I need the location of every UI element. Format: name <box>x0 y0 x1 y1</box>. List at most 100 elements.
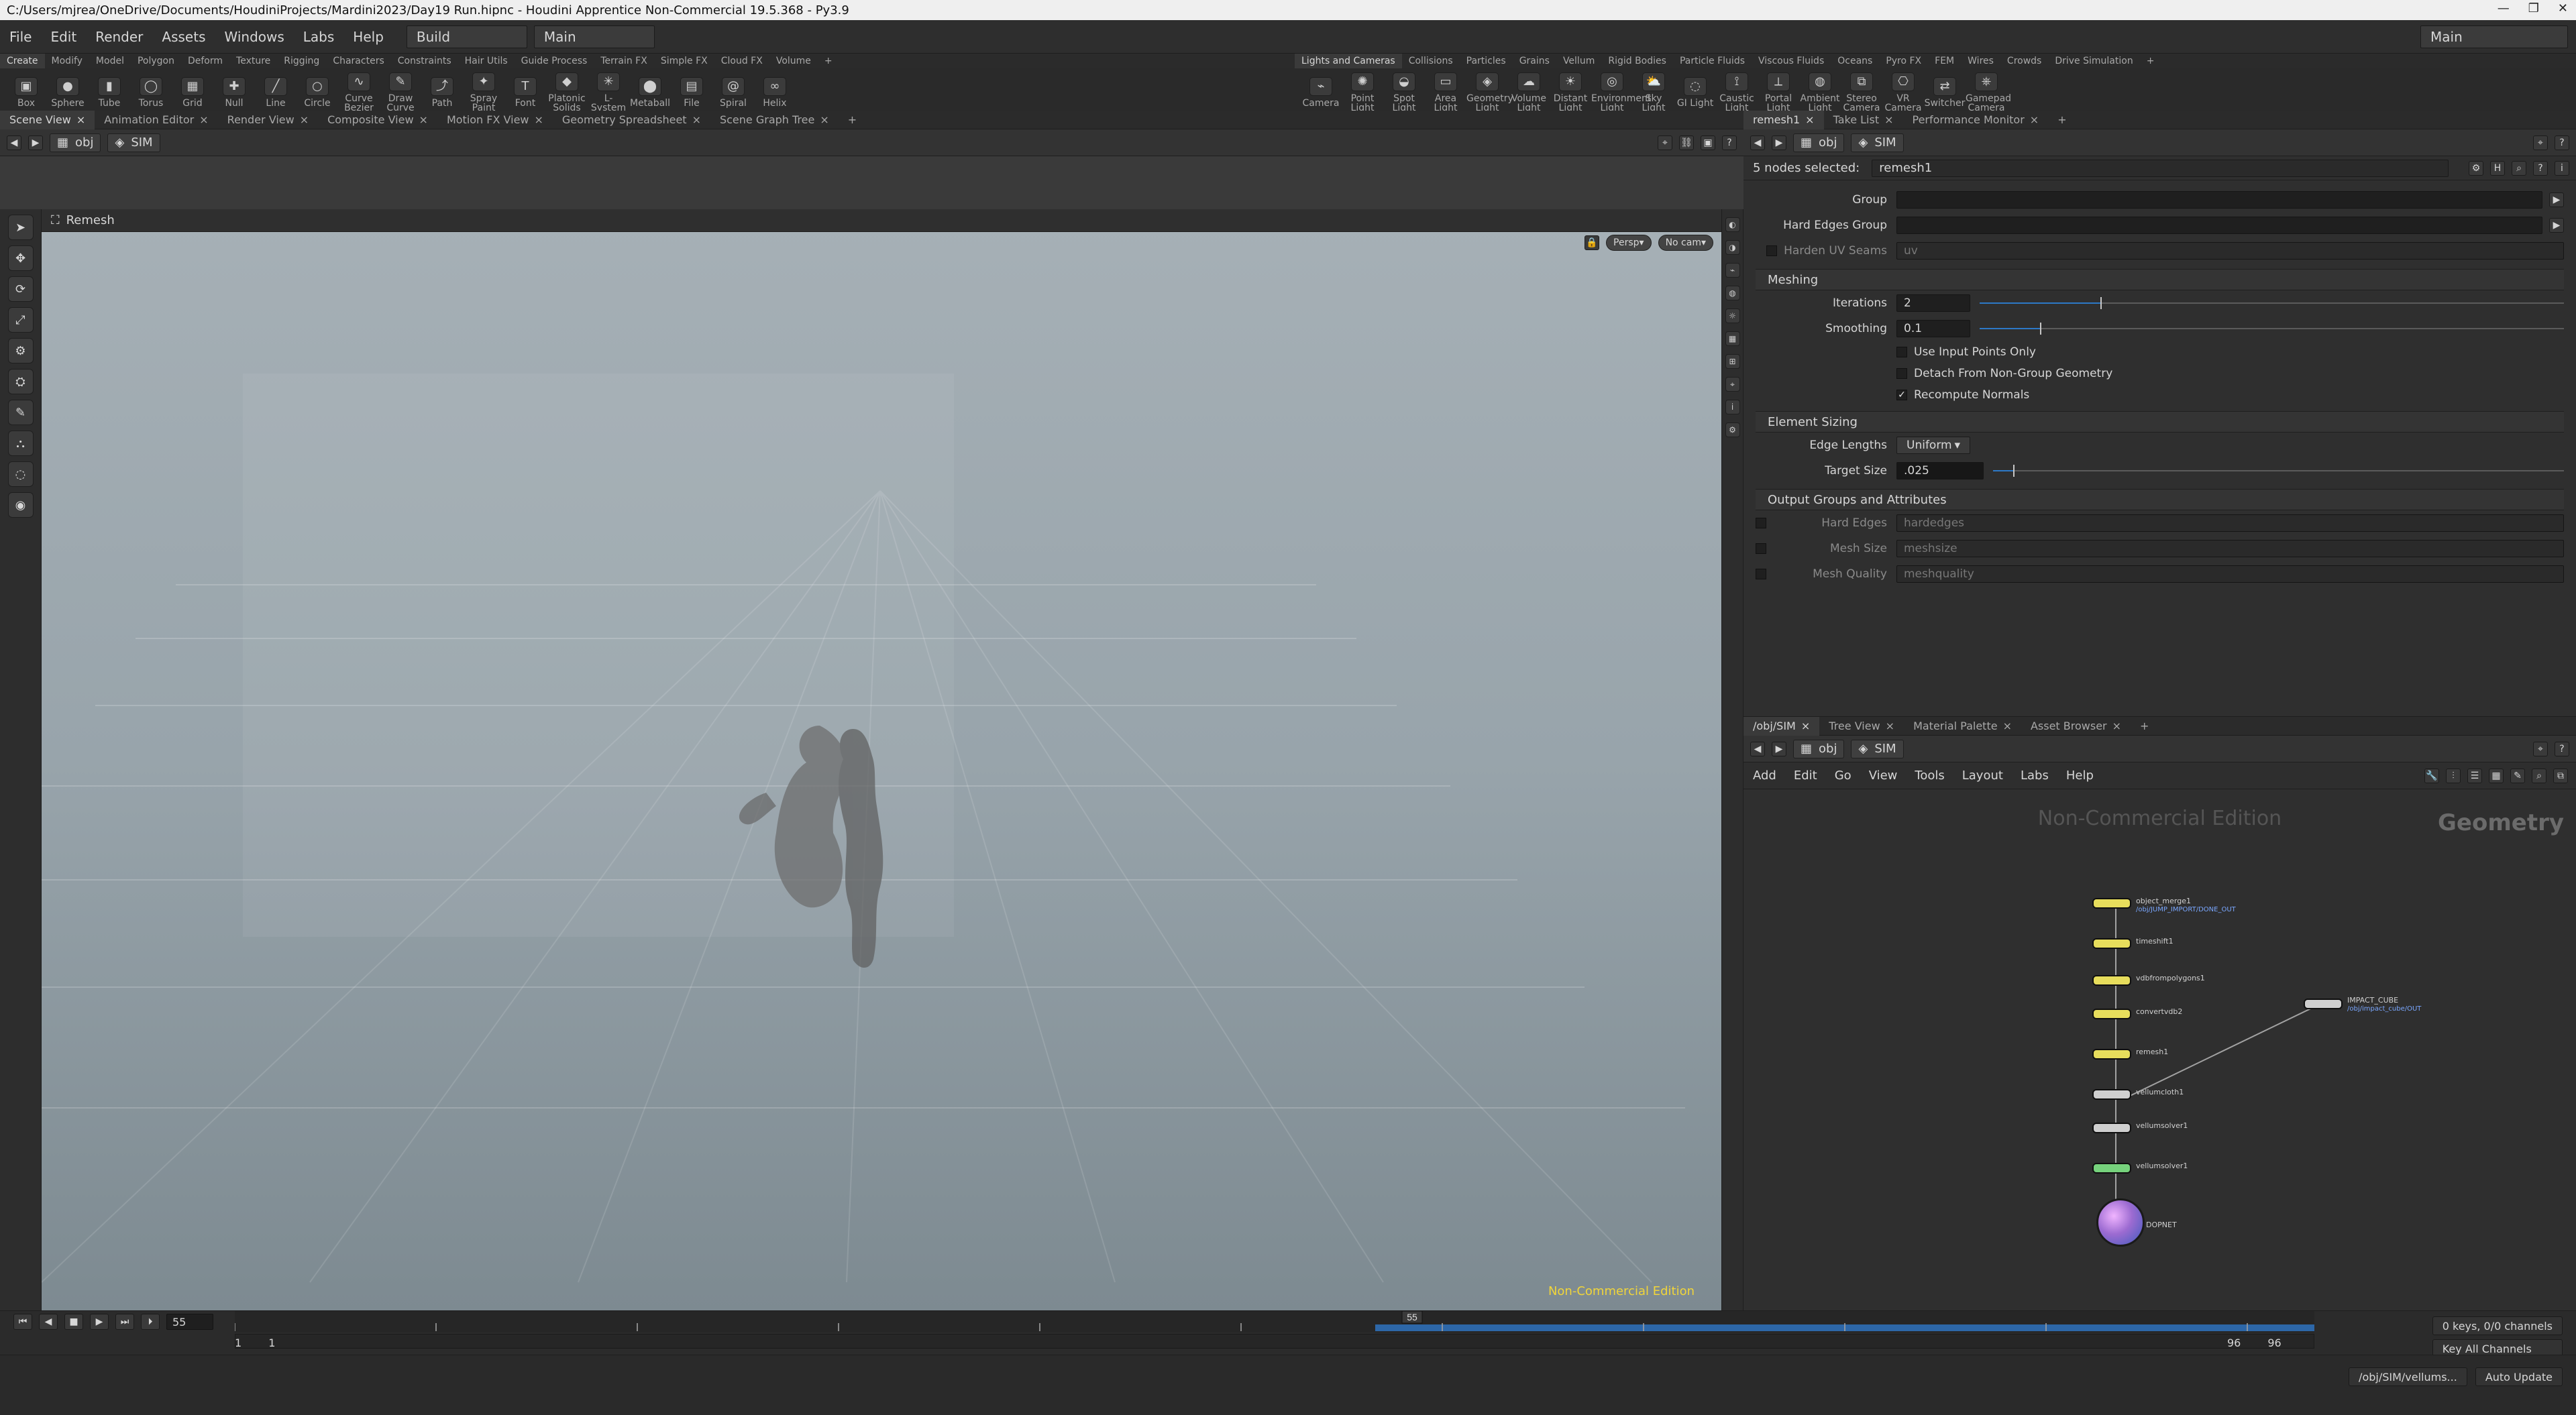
param-harden-uv-seams-field[interactable]: uv <box>1896 242 2564 260</box>
node-vellumsolver1-a[interactable] <box>2092 1123 2131 1133</box>
shelf-tab-rigid-bodies[interactable]: Rigid Bodies <box>1601 56 1673 66</box>
tool-ambient-light[interactable]: ◍ Ambient Light <box>1799 68 1841 113</box>
tool-spot-light[interactable]: ◒ Spot Light <box>1383 68 1425 113</box>
hard-edges-field[interactable]: hardedges <box>1896 514 2564 532</box>
timeline-ruler[interactable]: 55 <box>235 1311 2314 1333</box>
param-iterations-field[interactable]: 2 <box>1896 294 1970 312</box>
add-tab-icon[interactable]: + <box>839 111 866 129</box>
tree-icon[interactable]: ⫶ <box>2446 768 2461 783</box>
add-tab-icon[interactable]: + <box>2048 111 2076 129</box>
close-icon[interactable]: × <box>692 113 701 126</box>
use-input-points-checkbox[interactable] <box>1896 347 1907 357</box>
detach-checkbox[interactable] <box>1896 368 1907 379</box>
section-element-sizing[interactable]: Element Sizing <box>1756 411 2564 433</box>
help-icon[interactable]: ? <box>1722 135 1737 150</box>
tab-scene-view[interactable]: Scene View × <box>0 110 95 129</box>
close-icon[interactable]: × <box>2112 720 2121 732</box>
step-icon[interactable]: ⏵ <box>141 1314 160 1330</box>
edge-lengths-dropdown[interactable]: Uniform ▾ <box>1896 437 1970 454</box>
network-menu-edit[interactable]: Edit <box>1794 769 1817 783</box>
close-icon[interactable]: × <box>2003 720 2012 732</box>
path-obj[interactable]: ▦ obj <box>50 133 101 152</box>
search-icon[interactable]: ⌕ <box>2512 160 2526 176</box>
close-icon[interactable]: × <box>2030 113 2039 126</box>
display-icon[interactable]: ▣ <box>1701 135 1715 150</box>
camera-toggle-icon[interactable]: ⌖ <box>1725 377 1740 392</box>
gear-icon[interactable]: ⚙ <box>2469 160 2483 176</box>
smoothing-slider[interactable] <box>1980 320 2564 337</box>
node-remesh1[interactable] <box>2092 1049 2131 1060</box>
harden-uv-checkbox[interactable] <box>1766 245 1778 256</box>
shelf-tab-volume[interactable]: Volume <box>769 56 818 66</box>
tab-render-view[interactable]: Render View × <box>218 111 318 129</box>
shelf-tab-collisions[interactable]: Collisions <box>1402 56 1460 66</box>
restore-icon[interactable]: ❐ <box>2528 1 2539 15</box>
help-icon[interactable]: ? <box>2555 135 2569 150</box>
pose-tool-icon[interactable]: ⛭ <box>7 369 34 394</box>
right-main-dropdown[interactable]: Main <box>2420 25 2568 48</box>
brush-tool-icon[interactable]: ✎ <box>7 400 34 425</box>
shelf-tab-hair-utils[interactable]: Hair Utils <box>458 56 515 66</box>
display-options-icon[interactable]: ◑ <box>1725 240 1740 255</box>
menu-file[interactable]: File <box>0 29 41 45</box>
node-dopnet[interactable] <box>2096 1198 2145 1247</box>
shelf-tab-lights-and-cameras[interactable]: Lights and Cameras <box>1295 54 1402 68</box>
network-path-obj[interactable]: ▦ obj <box>1793 739 1845 758</box>
path-sim[interactable]: ◈ SIM <box>107 133 160 152</box>
node-name-field[interactable]: remesh1 <box>1872 159 2449 177</box>
scene-viewport[interactable]: ⛶ Remesh 🔒 Persp ▾ No cam ▾ Non-Commerci… <box>42 209 1722 1310</box>
network-menu-add[interactable]: Add <box>1753 769 1776 783</box>
tool-point-light[interactable]: ✺ Point Light <box>1342 68 1383 113</box>
network-menu-go[interactable]: Go <box>1835 769 1851 783</box>
target-size-slider[interactable] <box>1993 462 2564 479</box>
menu-assets[interactable]: Assets <box>152 29 215 45</box>
main-dropdown[interactable]: Main <box>533 25 655 48</box>
hard-edges-checkbox[interactable] <box>1756 518 1766 528</box>
tool-null[interactable]: ✚ Null <box>213 73 255 108</box>
tool-metaball[interactable]: ⬤ Metaball <box>629 73 671 108</box>
shelf-tab-particles[interactable]: Particles <box>1460 56 1513 66</box>
search-icon[interactable]: ⌕ <box>2532 768 2546 783</box>
param-group-field[interactable] <box>1896 191 2542 209</box>
tool-path[interactable]: ⤴ Path <box>421 73 463 108</box>
scale-tool-icon[interactable]: ⤢ <box>7 307 34 333</box>
tab-motion-fx-view[interactable]: Motion FX View × <box>437 111 553 129</box>
back-arrow-icon[interactable]: ◀ <box>1750 135 1765 150</box>
network-menu-view[interactable]: View <box>1869 769 1898 783</box>
tool-spray-paint[interactable]: ✦ Spray Paint <box>463 68 504 113</box>
snapshot-icon[interactable]: ⧉ <box>2553 768 2568 783</box>
mesh-size-checkbox[interactable] <box>1756 543 1766 554</box>
arrow-icon[interactable]: ▶ <box>2549 218 2564 233</box>
param-target-size-field[interactable]: .025 <box>1896 462 1984 479</box>
tool-box[interactable]: ▣ Box <box>5 73 47 108</box>
close-icon[interactable]: × <box>535 113 543 126</box>
back-arrow-icon[interactable]: ◀ <box>7 135 21 150</box>
grid-toggle-icon[interactable]: ⊞ <box>1725 354 1740 369</box>
mesh-quality-checkbox[interactable] <box>1756 569 1766 579</box>
tool-caustic-light[interactable]: ⟟ Caustic Light <box>1716 68 1758 113</box>
view-tool-icon[interactable]: ◉ <box>7 492 34 518</box>
shelf-tab-terrain-fx[interactable]: Terrain FX <box>594 56 654 66</box>
tool-grid[interactable]: ▦ Grid <box>172 73 213 108</box>
info-icon[interactable]: i <box>1725 400 1740 414</box>
help-icon[interactable]: ? <box>2555 741 2569 756</box>
end-frame-2[interactable]: 96 <box>2267 1337 2281 1349</box>
close-icon[interactable]: × <box>300 113 309 126</box>
shelf-tab-viscous-fluids[interactable]: Viscous Fluids <box>1752 56 1831 66</box>
close-icon[interactable]: × <box>1805 113 1814 126</box>
h-icon[interactable]: H <box>2490 160 2505 176</box>
node-vdbfrompolygons1[interactable] <box>2092 975 2131 986</box>
tab-performance-monitor[interactable]: Performance Monitor × <box>1903 111 2049 129</box>
tool-volume-light[interactable]: ☁ Volume Light <box>1508 68 1550 113</box>
pin-icon[interactable]: ⌖ <box>2533 741 2548 756</box>
tool-stereo-camera[interactable]: ⧉ Stereo Camera <box>1841 68 1882 113</box>
add-shelf-tab-icon[interactable]: + <box>818 56 839 66</box>
close-icon[interactable]: × <box>820 113 828 126</box>
move-tool-icon[interactable]: ✥ <box>7 245 34 271</box>
node-convertvdb2[interactable] <box>2092 1009 2131 1019</box>
shelf-tab-grains[interactable]: Grains <box>1513 56 1556 66</box>
tool-area-light[interactable]: ▭ Area Light <box>1425 68 1466 113</box>
tab-obj-sim[interactable]: /obj/SIM × <box>1743 716 1820 736</box>
tab-composite-view[interactable]: Composite View × <box>318 111 437 129</box>
shelf-tab-constraints[interactable]: Constraints <box>391 56 458 66</box>
